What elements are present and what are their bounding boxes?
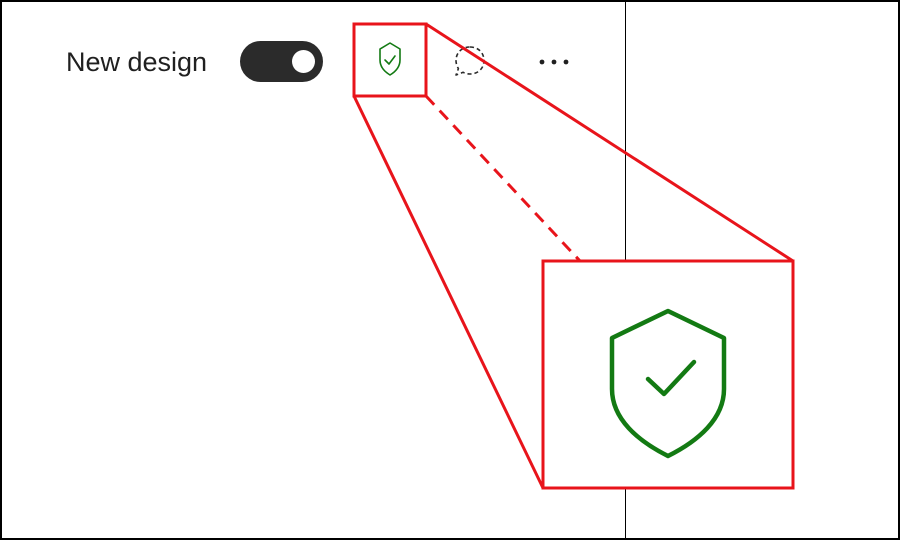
highlight-box (352, 22, 428, 98)
shield-check-icon-zoomed (609, 308, 727, 459)
callout-line-dashed (424, 94, 582, 263)
callout-line-bottom (352, 95, 545, 489)
callout-line-top (425, 22, 794, 263)
zoomed-shield (543, 261, 793, 488)
